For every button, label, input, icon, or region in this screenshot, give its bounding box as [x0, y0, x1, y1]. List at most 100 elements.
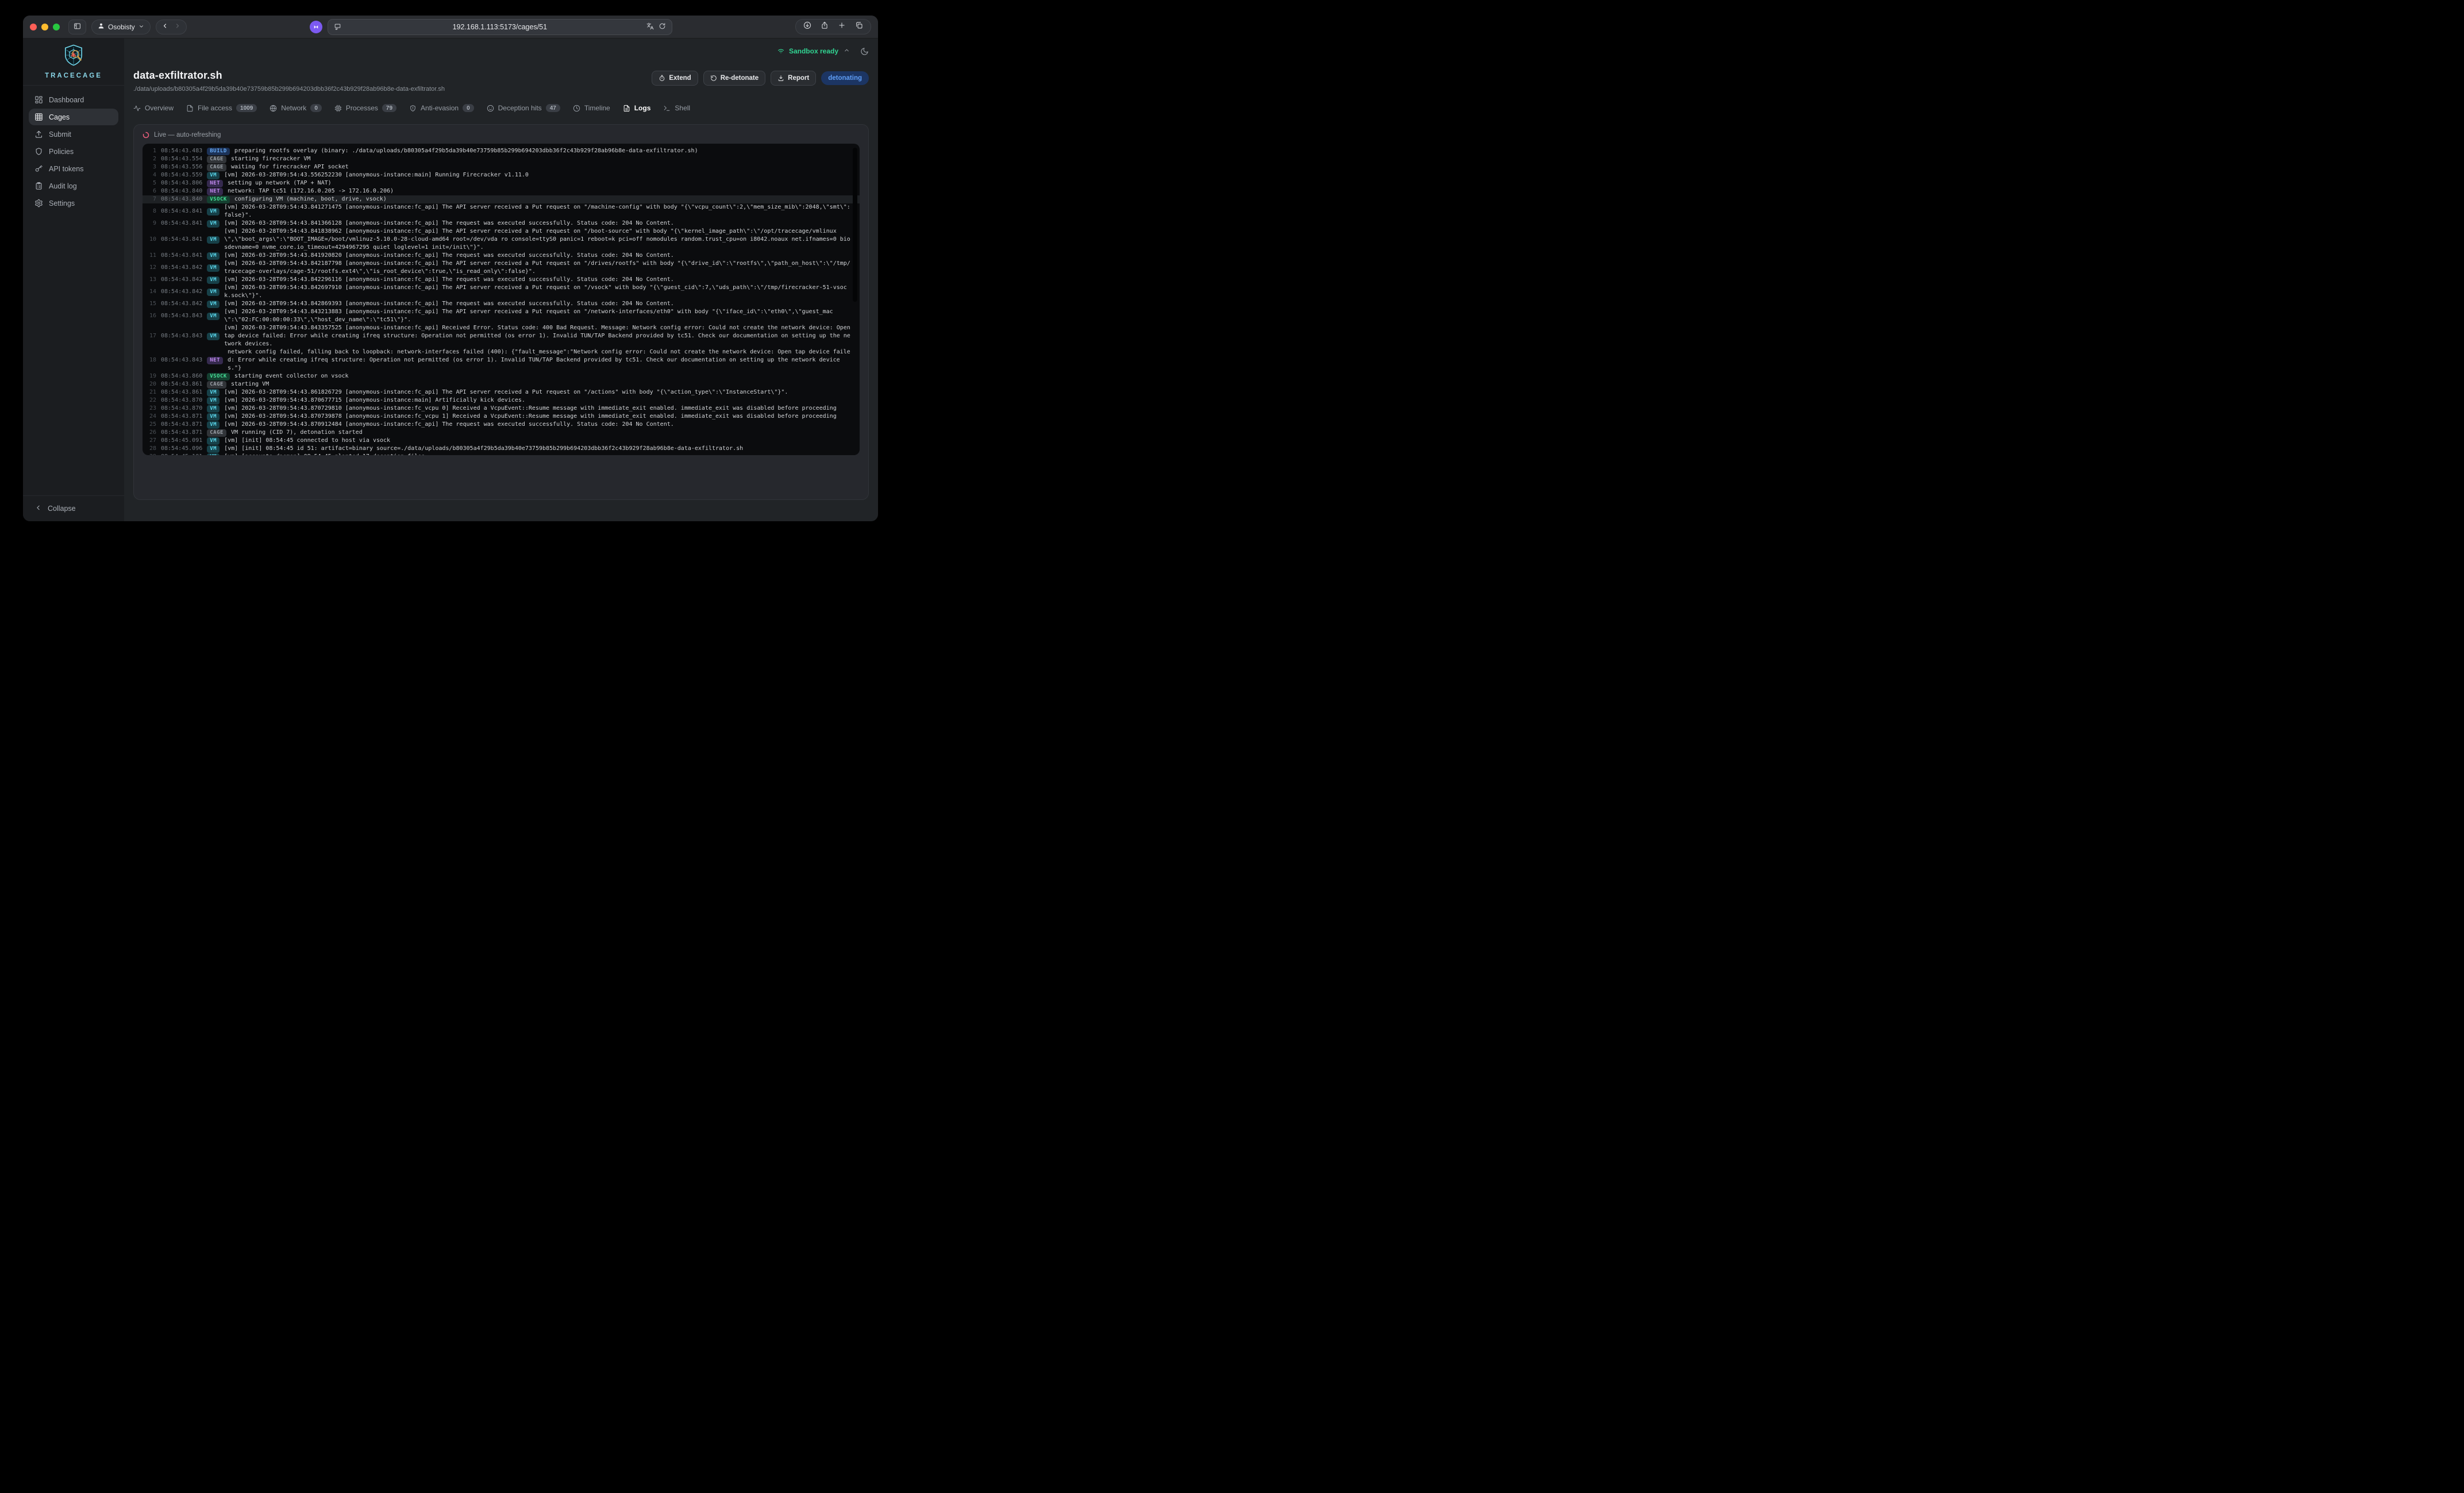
log-row[interactable]: 26 08:54:43.871 CAGE VM running (CID 7),…	[143, 429, 860, 437]
tab-count-badge: 79	[382, 104, 396, 112]
user-icon	[98, 22, 105, 31]
log-timestamp: 08:54:43.840	[161, 195, 202, 203]
log-line-number: 7	[147, 195, 156, 203]
re-detonate-button[interactable]: Re-detonate	[703, 71, 765, 86]
logo-block: TRACECAGE	[23, 39, 124, 86]
forward-button[interactable]	[174, 22, 181, 32]
extension-icon[interactable]	[310, 21, 322, 33]
collapse-sidebar-button[interactable]: Collapse	[23, 496, 124, 521]
log-row[interactable]: 13 08:54:43.842 VM [vm] 2026-03-28T09:54…	[143, 276, 860, 284]
translate-icon[interactable]	[646, 22, 654, 32]
tab-deception-hits[interactable]: Deception hits 47	[487, 104, 560, 112]
tab-anti-evasion[interactable]: Anti-evasion 0	[409, 104, 474, 112]
log-row[interactable]: 4 08:54:43.559 VM [vm] 2026-03-28T09:54:…	[143, 171, 860, 179]
sidebar-toggle-button[interactable]	[68, 20, 86, 34]
log-message: network config failed, falling back to l…	[228, 348, 850, 372]
tab-label: Shell	[675, 104, 690, 112]
close-window-button[interactable]	[30, 24, 37, 30]
sidebar-item-policies[interactable]: Policies	[29, 143, 118, 160]
log-row[interactable]: 21 08:54:43.861 VM [vm] 2026-03-28T09:54…	[143, 388, 860, 397]
log-panel[interactable]: 1 08:54:43.483 BUILD preparing rootfs ov…	[143, 144, 860, 455]
tab-timeline[interactable]: Timeline	[573, 104, 610, 112]
log-row[interactable]: 9 08:54:43.841 VM [vm] 2026-03-28T09:54:…	[143, 220, 860, 228]
share-icon[interactable]	[821, 21, 829, 32]
downloads-icon[interactable]	[803, 21, 811, 32]
log-row[interactable]: 6 08:54:43.840 NET network: TAP tc51 (17…	[143, 187, 860, 195]
log-tag-badge: NET	[207, 188, 223, 195]
log-row[interactable]: 17 08:54:43.843 VM [vm] 2026-03-28T09:54…	[143, 324, 860, 348]
tab-logs[interactable]: Logs	[623, 104, 651, 112]
deception-icon	[487, 105, 494, 112]
log-line-number: 2	[147, 155, 156, 163]
log-row[interactable]: 10 08:54:43.841 VM [vm] 2026-03-28T09:54…	[143, 228, 860, 252]
tab-shell[interactable]: Shell	[663, 104, 690, 112]
log-row[interactable]: 24 08:54:43.871 VM [vm] 2026-03-28T09:54…	[143, 413, 860, 421]
log-row[interactable]: 25 08:54:43.871 VM [vm] 2026-03-28T09:54…	[143, 421, 860, 429]
tab-network[interactable]: Network 0	[270, 104, 322, 112]
log-row[interactable]: 2 08:54:43.554 CAGE starting firecracker…	[143, 155, 860, 163]
sidebar-item-cages[interactable]: Cages	[29, 109, 118, 125]
report-button[interactable]: Report	[771, 71, 816, 86]
scrollbar-thumb[interactable]	[853, 148, 857, 302]
log-row[interactable]: 28 08:54:45.096 VM [vm] [init] 08:54:45 …	[143, 445, 860, 453]
tab-label: Logs	[634, 104, 651, 112]
log-row[interactable]: 8 08:54:43.841 VM [vm] 2026-03-28T09:54:…	[143, 203, 860, 220]
address-bar[interactable]: 192.168.1.113:5173/cages/51	[328, 19, 672, 35]
tab-label: File access	[198, 104, 232, 112]
tab-overview[interactable]: Overview	[133, 104, 174, 112]
log-row[interactable]: 16 08:54:43.843 VM [vm] 2026-03-28T09:54…	[143, 308, 860, 324]
browser-window: Osobisty 192.168.1.113:5173/cages/51	[23, 16, 878, 521]
sidebar-item-audit-log[interactable]: Audit log	[29, 178, 118, 194]
log-row[interactable]: 1 08:54:43.483 BUILD preparing rootfs ov…	[143, 147, 860, 155]
log-row[interactable]: 18 08:54:43.843 NET network config faile…	[143, 348, 860, 372]
log-tag-badge: VM	[207, 453, 220, 456]
url-text[interactable]: 192.168.1.113:5173/cages/51	[368, 23, 632, 31]
extend-button[interactable]: Extend	[652, 71, 698, 86]
log-line-number: 10	[147, 236, 156, 244]
cages-icon	[34, 113, 43, 121]
log-message: [vm] 2026-03-28T09:54:43.842296116 [anon…	[224, 276, 850, 284]
download-icon	[777, 75, 784, 82]
log-tag-badge: CAGE	[207, 429, 226, 437]
log-timestamp: 08:54:43.842	[161, 276, 202, 284]
log-row[interactable]: 12 08:54:43.842 VM [vm] 2026-03-28T09:54…	[143, 260, 860, 276]
log-row[interactable]: 7 08:54:43.840 VSOCK configuring VM (mac…	[143, 195, 860, 203]
log-row[interactable]: 11 08:54:43.841 VM [vm] 2026-03-28T09:54…	[143, 252, 860, 260]
log-row[interactable]: 22 08:54:43.870 VM [vm] 2026-03-28T09:54…	[143, 397, 860, 405]
log-tag-badge: NET	[207, 180, 223, 187]
zoom-window-button[interactable]	[53, 24, 60, 30]
sidebar-item-api-tokens[interactable]: API tokens	[29, 160, 118, 177]
log-tag-badge: VM	[207, 313, 220, 320]
log-row[interactable]: 3 08:54:43.556 CAGE waiting for firecrac…	[143, 163, 860, 171]
tab-count-badge: 0	[463, 104, 474, 112]
sandbox-status[interactable]: Sandbox ready	[777, 47, 850, 56]
log-row[interactable]: 23 08:54:43.870 VM [vm] 2026-03-28T09:54…	[143, 405, 860, 413]
status-row: Sandbox ready	[133, 45, 869, 57]
log-row[interactable]: 27 08:54:45.091 VM [vm] [init] 08:54:45 …	[143, 437, 860, 445]
sidebar-item-label: API tokens	[49, 165, 83, 173]
log-timestamp: 08:54:45.091	[161, 437, 202, 445]
tab-count-badge: 47	[546, 104, 560, 112]
log-row[interactable]: 20 08:54:43.861 CAGE starting VM	[143, 380, 860, 388]
site-settings-icon[interactable]	[334, 23, 368, 30]
tab-overview-icon[interactable]	[855, 21, 863, 32]
sidebar-item-settings[interactable]: Settings	[29, 195, 118, 211]
sidebar-item-dashboard[interactable]: Dashboard	[29, 91, 118, 108]
tab-processes[interactable]: Processes 79	[334, 104, 396, 112]
log-message: setting up network (TAP + NAT)	[228, 179, 850, 187]
sidebar-item-submit[interactable]: Submit	[29, 126, 118, 143]
button-label: Report	[788, 75, 809, 82]
dark-mode-toggle[interactable]	[860, 47, 869, 56]
tab-file-access[interactable]: File access 1009	[186, 104, 257, 112]
new-tab-icon[interactable]	[838, 21, 846, 32]
log-row[interactable]: 15 08:54:43.842 VM [vm] 2026-03-28T09:54…	[143, 300, 860, 308]
log-row[interactable]: 14 08:54:43.842 VM [vm] 2026-03-28T09:54…	[143, 284, 860, 300]
log-row[interactable]: 29 08:54:45.101 VM [vm] [accounts-daemon…	[143, 453, 860, 455]
log-row[interactable]: 19 08:54:43.860 VSOCK starting event col…	[143, 372, 860, 380]
profile-button[interactable]: Osobisty	[91, 20, 151, 34]
minimize-window-button[interactable]	[41, 24, 48, 30]
back-button[interactable]	[161, 22, 168, 32]
log-line-number: 3	[147, 163, 156, 171]
reload-icon[interactable]	[659, 22, 666, 32]
log-row[interactable]: 5 08:54:43.806 NET setting up network (T…	[143, 179, 860, 187]
